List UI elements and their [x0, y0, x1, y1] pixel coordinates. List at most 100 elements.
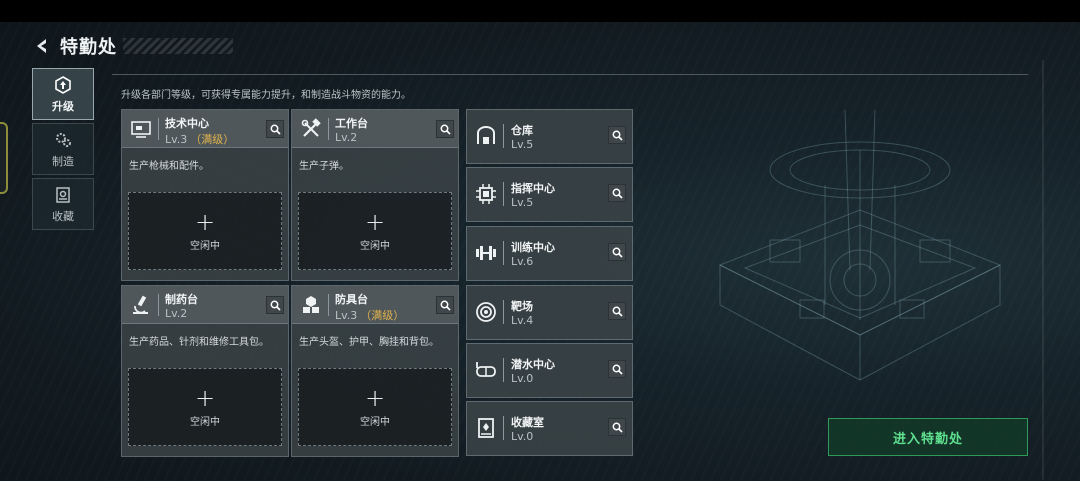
workstation-level: Lv.3 （满级）	[165, 131, 234, 147]
inspect-button[interactable]	[266, 120, 284, 138]
page-title: 特勤处	[60, 37, 117, 58]
production-slot[interactable]: + 空闲中	[128, 368, 282, 446]
screen: 特勤处 升级 制造 收藏 升级各部门等级，可获得专属能力提升，和制造战斗物资的能…	[0, 0, 1080, 481]
level-value: Lv.2	[165, 307, 188, 320]
separator	[503, 124, 504, 148]
microscope-icon	[128, 292, 154, 318]
workstation-name: 工作台	[335, 117, 368, 130]
upgrade-icon	[53, 75, 73, 95]
workstation-card-pharmacy: 制药台 Lv.2 生产药品、针剂和维修工具包。 + 空闲中	[121, 285, 289, 457]
production-slot[interactable]: + 空闲中	[128, 192, 282, 270]
workstation-description: 生产头盔、护甲、胸挂和背包。	[299, 337, 439, 348]
back-button[interactable]	[32, 36, 52, 56]
sidebar-item-collection[interactable]: 收藏	[32, 178, 94, 230]
top-bar	[0, 0, 1080, 22]
header-separator	[328, 118, 329, 140]
search-icon	[440, 300, 451, 311]
workstation-name: 制药台	[165, 293, 198, 306]
facility-level: Lv.6	[511, 255, 534, 268]
level-value: Lv.3	[335, 309, 358, 322]
plus-icon: +	[194, 383, 216, 412]
facility-level: Lv.5	[511, 138, 534, 151]
search-icon	[612, 306, 623, 317]
facility-name: 指挥中心	[511, 182, 555, 195]
diving-mask-icon	[472, 356, 500, 384]
header-separator	[328, 294, 329, 316]
facility-training-center[interactable]: 训练中心 Lv.6	[466, 226, 633, 281]
plus-icon: +	[364, 207, 386, 236]
workstation-level: Lv.2	[335, 131, 360, 144]
right-frame-line	[1042, 60, 1044, 480]
chip-icon	[472, 180, 500, 208]
card-header: 制药台 Lv.2	[122, 286, 288, 324]
facility-warehouse[interactable]: 仓库 Lv.5	[466, 109, 633, 164]
facility-collection-room[interactable]: 收藏室 Lv.0	[466, 401, 633, 456]
inspect-button[interactable]	[436, 120, 454, 138]
sidebar: 升级 制造 收藏	[32, 68, 94, 233]
card-header: 技术中心 Lv.3 （满级）	[122, 110, 288, 148]
facility-shooting-range[interactable]: 靶场 Lv.4	[466, 285, 633, 340]
inspect-button[interactable]	[608, 360, 626, 378]
card-header: 工作台 Lv.2	[292, 110, 458, 148]
sidebar-item-label: 升级	[52, 99, 74, 113]
workstation-card-workbench: 工作台 Lv.2 生产子弹。 + 空闲中	[291, 109, 459, 281]
plus-icon: +	[194, 207, 216, 236]
search-icon	[612, 364, 623, 375]
search-icon	[612, 130, 623, 141]
facility-command-center[interactable]: 指挥中心 Lv.5	[466, 167, 633, 222]
description-text: 升级各部门等级，可获得专属能力提升，和制造战斗物资的能力。	[121, 90, 411, 101]
workstation-name: 技术中心	[165, 117, 209, 130]
hammer-wrench-icon	[298, 116, 324, 142]
armor-blocks-icon	[298, 292, 324, 318]
back-arrow-icon	[37, 39, 46, 53]
facility-level: Lv.5	[511, 196, 534, 209]
inspect-button[interactable]	[608, 243, 626, 261]
separator	[503, 241, 504, 265]
search-icon	[612, 422, 623, 433]
header: 特勤处	[32, 34, 233, 58]
plus-icon: +	[364, 383, 386, 412]
target-icon	[472, 298, 500, 326]
slot-status: 空闲中	[360, 416, 390, 428]
sidebar-item-upgrade[interactable]: 升级	[32, 68, 94, 120]
search-icon	[612, 247, 623, 258]
inspect-button[interactable]	[608, 184, 626, 202]
workstation-description: 生产药品、针剂和维修工具包。	[129, 337, 269, 348]
workstation-card-tech-center: 技术中心 Lv.3 （满级） 生产枪械和配件。 + 空闲中	[121, 109, 289, 281]
facility-level: Lv.0	[511, 430, 534, 443]
left-edge-tab[interactable]	[0, 122, 8, 194]
sidebar-item-manufacture[interactable]: 制造	[32, 123, 94, 175]
level-value: Lv.3	[165, 133, 188, 146]
separator	[503, 300, 504, 324]
facility-name: 靶场	[511, 300, 533, 313]
separator	[503, 358, 504, 382]
inspect-button[interactable]	[266, 296, 284, 314]
inspect-button[interactable]	[608, 302, 626, 320]
search-icon	[270, 124, 281, 135]
enter-special-ops-button[interactable]: 进入特勤处	[828, 418, 1028, 456]
workstation-level: Lv.3 （满级）	[335, 307, 404, 323]
header-separator	[158, 294, 159, 316]
title-decoration	[123, 38, 233, 54]
workstation-level: Lv.2	[165, 307, 190, 320]
facility-name: 训练中心	[511, 241, 555, 254]
inspect-button[interactable]	[608, 418, 626, 436]
facility-diving-center[interactable]: 潜水中心 Lv.0	[466, 343, 633, 398]
slot-status: 空闲中	[190, 240, 220, 252]
inspect-button[interactable]	[608, 126, 626, 144]
search-icon	[612, 188, 623, 199]
max-level-tag: （满级）	[360, 309, 405, 322]
separator	[503, 416, 504, 440]
production-slot[interactable]: + 空闲中	[298, 368, 452, 446]
production-slot[interactable]: + 空闲中	[298, 192, 452, 270]
header-divider	[112, 74, 1028, 75]
separator	[503, 182, 504, 206]
facility-name: 潜水中心	[511, 358, 555, 371]
level-value: Lv.2	[335, 131, 358, 144]
base-hologram-illustration	[718, 109, 1002, 381]
workstation-card-armor-bench: 防具台 Lv.3 （满级） 生产头盔、护甲、胸挂和背包。 + 空闲中	[291, 285, 459, 457]
facility-level: Lv.4	[511, 314, 534, 327]
inspect-button[interactable]	[436, 296, 454, 314]
facility-name: 仓库	[511, 124, 533, 137]
slot-status: 空闲中	[360, 240, 390, 252]
